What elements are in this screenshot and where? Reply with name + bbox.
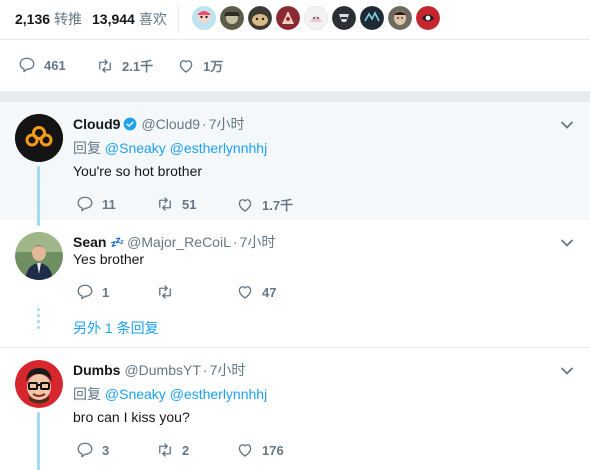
tweet-text: bro can I kiss you? [73, 409, 190, 425]
like-count: 47 [262, 284, 277, 300]
liker-avatar[interactable] [276, 6, 300, 30]
user-handle[interactable]: @Major_ReCoiL [127, 234, 231, 250]
avatar[interactable] [15, 232, 63, 280]
retweet-count: 2.1千 [122, 59, 154, 74]
tweet-detail-page: 2,136 转推 13,944 喜欢 461 2.1千 1万 Cloud9 @C… [0, 0, 590, 470]
reply-count: 3 [102, 442, 110, 458]
reply-tweet[interactable]: Sean 💤 @Major_ReCoiL · 7小时 Yes brother 1… [0, 220, 590, 348]
mention-link[interactable]: @estherlynnhhj [170, 386, 268, 402]
cloud9-logo-icon [15, 114, 63, 162]
heart-icon [179, 59, 193, 73]
timestamp[interactable]: 7小时 [209, 114, 245, 134]
avatar[interactable] [15, 360, 63, 408]
like-count: 1.7千 [262, 198, 294, 213]
reply-count: 461 [44, 57, 66, 73]
timestamp[interactable]: 7小时 [240, 232, 276, 252]
reply-count: 1 [102, 284, 110, 300]
separator: · [232, 234, 238, 250]
display-name[interactable]: Dumbs [73, 362, 120, 378]
retweet-stat[interactable]: 2,136 转推 [15, 9, 82, 29]
display-name[interactable]: Sean [73, 234, 106, 250]
liker-avatar[interactable] [388, 6, 412, 30]
mention-link[interactable]: @Sneaky [105, 140, 166, 156]
sleep-emoji-icon: 💤 [109, 236, 124, 249]
reply-icon [77, 284, 93, 300]
reply-count: 11 [102, 196, 116, 212]
user-photo-icon [15, 232, 63, 280]
retweet-count: 2,136 [15, 11, 51, 27]
liker-avatar[interactable] [220, 6, 244, 30]
heart-icon [238, 444, 252, 457]
section-gap [0, 92, 590, 102]
verified-badge-icon [124, 117, 137, 131]
reply-tweet[interactable]: Dumbs @DumbsYT · 7小时 回复 @Sneaky @estherl… [0, 348, 590, 470]
chevron-down-icon[interactable] [560, 364, 574, 378]
reply-icon [77, 442, 93, 458]
retweet-button[interactable] [156, 283, 182, 301]
like-count: 1万 [203, 59, 224, 74]
reply-button[interactable]: 461 [18, 56, 66, 74]
like-stat[interactable]: 13,944 喜欢 [92, 9, 167, 29]
retweet-label: 转推 [54, 11, 83, 27]
reply-icon [77, 196, 93, 212]
retweet-icon [159, 285, 171, 299]
like-label: 喜欢 [138, 11, 167, 27]
display-name[interactable]: Cloud9 [73, 116, 120, 132]
separator: · [202, 362, 208, 378]
liker-avatar[interactable] [304, 6, 328, 30]
stats-divider [178, 5, 179, 33]
tweet-header: Sean 💤 @Major_ReCoiL · 7小时 [73, 232, 275, 252]
tweet-text: Yes brother [73, 251, 145, 267]
retweet-count: 51 [182, 196, 197, 212]
reply-button[interactable]: 3 [76, 441, 109, 459]
like-count: 13,944 [92, 11, 135, 27]
retweet-icon [159, 197, 171, 211]
like-button[interactable]: 47 [236, 283, 276, 301]
show-more-replies-link[interactable]: 另外 1 条回复 [73, 318, 159, 338]
reply-context: 回复 @Sneaky @estherlynnhhj [73, 138, 267, 158]
timestamp[interactable]: 7小时 [210, 360, 246, 380]
tweet-header: Cloud9 @Cloud9 · 7小时 [73, 114, 245, 134]
heart-icon [238, 198, 252, 212]
user-handle[interactable]: @Cloud9 [141, 116, 200, 132]
reply-prefix: 回复 [73, 140, 101, 156]
like-button[interactable]: 1万 [177, 56, 223, 75]
user-handle[interactable]: @DumbsYT [124, 362, 200, 378]
liker-avatar[interactable] [248, 6, 272, 30]
chevron-down-icon[interactable] [560, 118, 574, 132]
tweet-stats-bar: 2,136 转推 13,944 喜欢 [0, 0, 590, 40]
thread-line [37, 412, 40, 470]
tweet-header: Dumbs @DumbsYT · 7小时 [73, 360, 245, 380]
retweet-icon [99, 58, 111, 73]
heart-icon [238, 286, 252, 299]
mention-link[interactable]: @estherlynnhhj [170, 140, 268, 156]
liker-avatar[interactable] [416, 6, 440, 30]
like-button[interactable]: 176 [236, 441, 284, 459]
cartoon-avatar-icon [15, 360, 63, 408]
reply-context: 回复 @Sneaky @estherlynnhhj [73, 384, 267, 404]
liker-avatar[interactable] [332, 6, 356, 30]
reply-icon [19, 57, 35, 73]
thread-dots [37, 308, 40, 332]
liker-avatar[interactable] [360, 6, 384, 30]
mention-link[interactable]: @Sneaky [105, 386, 166, 402]
liker-avatar[interactable] [192, 6, 216, 30]
thread-line [37, 166, 40, 226]
chevron-down-icon[interactable] [560, 236, 574, 250]
reply-prefix: 回复 [73, 386, 101, 402]
reply-tweet[interactable]: Cloud9 @Cloud9 · 7小时 回复 @Sneaky @estherl… [0, 102, 590, 226]
like-count: 176 [262, 442, 284, 458]
retweet-button[interactable]: 2 [156, 441, 189, 459]
separator: · [202, 116, 207, 132]
like-button[interactable]: 1.7千 [236, 195, 293, 214]
retweet-icon [159, 443, 171, 457]
reply-button[interactable]: 11 [76, 195, 116, 213]
retweet-button[interactable]: 51 [156, 195, 196, 213]
retweet-count: 2 [182, 442, 190, 458]
tweet-text: You're so hot brother [73, 163, 203, 179]
avatar[interactable] [15, 114, 63, 162]
retweet-button[interactable]: 2.1千 [96, 56, 153, 75]
reply-button[interactable]: 1 [76, 283, 109, 301]
main-tweet-actions: 461 2.1千 1万 [0, 40, 590, 92]
